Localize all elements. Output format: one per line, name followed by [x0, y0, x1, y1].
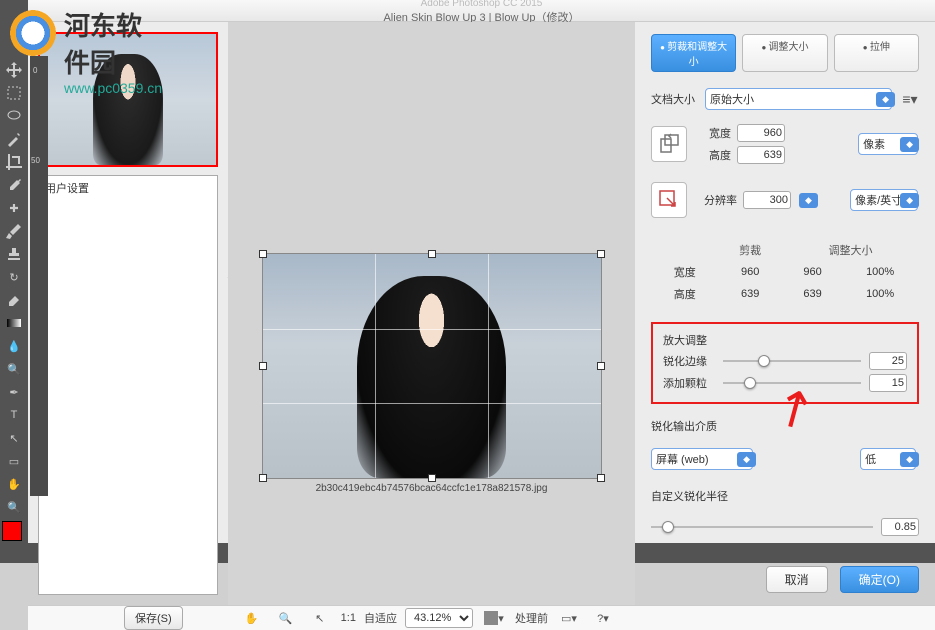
- plugin-toolbar: 保存(S) ✋ 🔍 ↖ 1:1 自适应 43.12% ▾ 处理前 ▭▾ ?▾: [28, 605, 935, 630]
- width-label: 宽度: [695, 125, 731, 141]
- grain-slider[interactable]: [723, 375, 861, 391]
- doc-size-label: 文档大小: [651, 91, 699, 107]
- doc-size-dropdown-icon[interactable]: ◆: [876, 92, 895, 107]
- save-button[interactable]: 保存(S): [124, 606, 183, 630]
- ruler-vertical: 0 50: [30, 56, 48, 496]
- options-menu-icon[interactable]: ≡▾: [901, 91, 919, 108]
- center-panel: ◀ 2b30c419ebc4b74576bcac64ccfc1e178a8215…: [228, 22, 635, 605]
- left-panel: 用户设置: [28, 22, 228, 605]
- sharpen-label: 锐化边缘: [663, 353, 715, 369]
- app-title-dim: Adobe Photoshop CC 2015: [421, 0, 543, 9]
- path-tool[interactable]: ↖: [2, 427, 26, 449]
- help-button[interactable]: ?▾: [590, 607, 616, 629]
- mode-tabs: 剪裁和调整大小 调整大小 拉伸: [651, 34, 919, 72]
- foreground-color-swatch[interactable]: [2, 521, 22, 541]
- type-tool[interactable]: T: [2, 404, 26, 426]
- ok-button[interactable]: 确定(O): [840, 566, 919, 593]
- fit-label[interactable]: 自适应: [364, 610, 397, 626]
- brush-tool[interactable]: [2, 220, 26, 242]
- crop-overlay[interactable]: [259, 250, 605, 482]
- hand-tool-button[interactable]: ✋: [239, 607, 265, 629]
- height-label: 高度: [695, 147, 731, 163]
- gradient-tool[interactable]: [2, 312, 26, 334]
- hand-tool[interactable]: ✋: [2, 473, 26, 495]
- output-medium-arrow-icon[interactable]: ◆: [737, 452, 756, 467]
- right-panel: 剪裁和调整大小 调整大小 拉伸 文档大小 原始大小 ◆ ≡▾ 宽度: [635, 22, 935, 605]
- width-input[interactable]: [737, 124, 785, 142]
- resolution-input[interactable]: [743, 191, 791, 209]
- sharpen-slider[interactable]: [723, 353, 861, 369]
- eraser-tool[interactable]: [2, 289, 26, 311]
- tab-crop-resize[interactable]: 剪裁和调整大小: [651, 34, 736, 72]
- dodge-tool[interactable]: 🔍: [2, 358, 26, 380]
- zoom-select[interactable]: 43.12%: [405, 608, 473, 628]
- plugin-window: Adobe Photoshop CC 2015 Alien Skin Blow …: [28, 0, 935, 543]
- crop-tool[interactable]: [2, 151, 26, 173]
- enlarge-section-highlight: 放大调整 锐化边缘 添加颗粒 ↗: [651, 322, 919, 404]
- res-stepper-icon[interactable]: ◆: [799, 193, 818, 208]
- preview-image[interactable]: [262, 253, 602, 479]
- radius-value[interactable]: [881, 518, 919, 536]
- heal-tool[interactable]: ✚: [2, 197, 26, 219]
- cancel-button[interactable]: 取消: [766, 566, 828, 593]
- radius-label: 自定义锐化半径: [651, 488, 741, 504]
- stamp-tool[interactable]: [2, 243, 26, 265]
- filename-readout: 2b30c419ebc4b74576bcac64ccfc1e178a821578…: [316, 483, 548, 494]
- canvas-area[interactable]: 2b30c419ebc4b74576bcac64ccfc1e178a821578…: [228, 22, 635, 605]
- process-label: 处理前: [515, 610, 548, 626]
- rotate-icon[interactable]: [651, 126, 687, 162]
- sharpen-value[interactable]: [869, 352, 907, 370]
- sharpen-output-title: 锐化输出介质: [651, 418, 919, 434]
- height-input[interactable]: [737, 146, 785, 164]
- move-tool[interactable]: [2, 59, 26, 81]
- ps-toolbar: ✚ ↻ 💧 🔍 ✒ T ↖ ▭ ✋ 🔍: [0, 0, 28, 563]
- grid-toggle-button[interactable]: ▾: [481, 607, 507, 629]
- eyedropper-tool[interactable]: [2, 174, 26, 196]
- pointer-tool-button[interactable]: ↖: [307, 607, 333, 629]
- blur-tool[interactable]: 💧: [2, 335, 26, 357]
- history-brush-tool[interactable]: ↻: [2, 266, 26, 288]
- pen-tool[interactable]: ✒: [2, 381, 26, 403]
- tab-stretch[interactable]: 拉伸: [834, 34, 919, 72]
- quality-arrow-icon[interactable]: ◆: [900, 452, 919, 467]
- tab-resize[interactable]: 调整大小: [742, 34, 827, 72]
- shape-tool[interactable]: ▭: [2, 450, 26, 472]
- resolution-icon[interactable]: [651, 182, 687, 218]
- dimensions-info-table: 剪裁调整大小 宽度960960100% 高度639639100%: [651, 238, 919, 306]
- lasso-tool[interactable]: [2, 105, 26, 127]
- size-unit-arrow-icon[interactable]: ◆: [900, 137, 919, 152]
- user-settings-label: 用户设置: [45, 183, 89, 195]
- resolution-label: 分辨率: [695, 192, 737, 208]
- grain-label: 添加颗粒: [663, 375, 715, 391]
- grain-value[interactable]: [869, 374, 907, 392]
- split-view-button[interactable]: ▭▾: [556, 607, 582, 629]
- radius-slider[interactable]: [651, 519, 873, 535]
- zoom-tool-button[interactable]: 🔍: [273, 607, 299, 629]
- title-bar: Adobe Photoshop CC 2015 Alien Skin Blow …: [28, 0, 935, 22]
- res-unit-arrow-icon[interactable]: ◆: [900, 193, 919, 208]
- enlarge-title: 放大调整: [663, 332, 907, 348]
- navigator-thumbnail[interactable]: [38, 32, 218, 167]
- doc-size-select[interactable]: 原始大小: [705, 88, 892, 110]
- zoom-tool[interactable]: 🔍: [2, 496, 26, 518]
- user-settings-list[interactable]: 用户设置: [38, 175, 218, 595]
- wand-tool[interactable]: [2, 128, 26, 150]
- marquee-tool[interactable]: [2, 82, 26, 104]
- ratio-label[interactable]: 1:1: [341, 612, 356, 624]
